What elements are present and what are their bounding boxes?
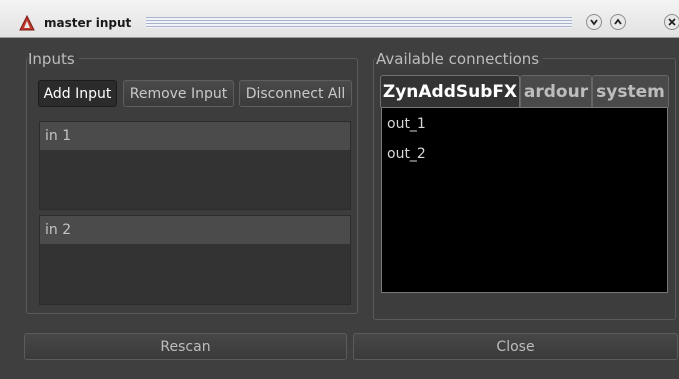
close-dialog-button[interactable]: Close <box>353 333 678 360</box>
ardour-logo-icon <box>19 15 35 31</box>
input-port-connections[interactable] <box>40 244 350 304</box>
connections-group-title: Available connections <box>376 50 544 68</box>
title-bar[interactable]: master input <box>0 0 679 38</box>
rescan-button[interactable]: Rescan <box>24 333 347 360</box>
disconnect-all-button[interactable]: Disconnect All <box>239 80 352 107</box>
minimize-button[interactable] <box>586 14 602 30</box>
close-icon <box>668 18 676 26</box>
chevron-down-icon <box>590 19 598 26</box>
window-title: master input <box>44 16 132 30</box>
tab-zynaddsubfx[interactable]: ZynAddSubFX <box>380 75 520 107</box>
input-port[interactable]: in 1 <box>39 121 351 210</box>
chevron-up-icon <box>614 18 622 25</box>
tab-system[interactable]: system <box>592 75 669 107</box>
add-input-button[interactable]: Add Input <box>38 80 117 107</box>
title-grip <box>146 17 572 28</box>
input-port-connections[interactable] <box>40 150 350 209</box>
tab-ardour[interactable]: ardour <box>520 75 592 107</box>
remove-input-button[interactable]: Remove Input <box>123 80 234 107</box>
connection-item[interactable]: out_2 <box>387 145 426 163</box>
input-port-label: in 2 <box>40 216 350 244</box>
connections-list[interactable]: out_1 out_2 <box>381 107 668 293</box>
inputs-group-title: Inputs <box>28 50 79 68</box>
close-button[interactable] <box>664 14 679 30</box>
maximize-button[interactable] <box>610 14 626 30</box>
connection-item[interactable]: out_1 <box>387 115 426 133</box>
input-port[interactable]: in 2 <box>39 215 351 305</box>
input-port-label: in 1 <box>40 122 350 150</box>
master-input-window: master input Inputs Add Input Remove Inp… <box>0 0 679 379</box>
